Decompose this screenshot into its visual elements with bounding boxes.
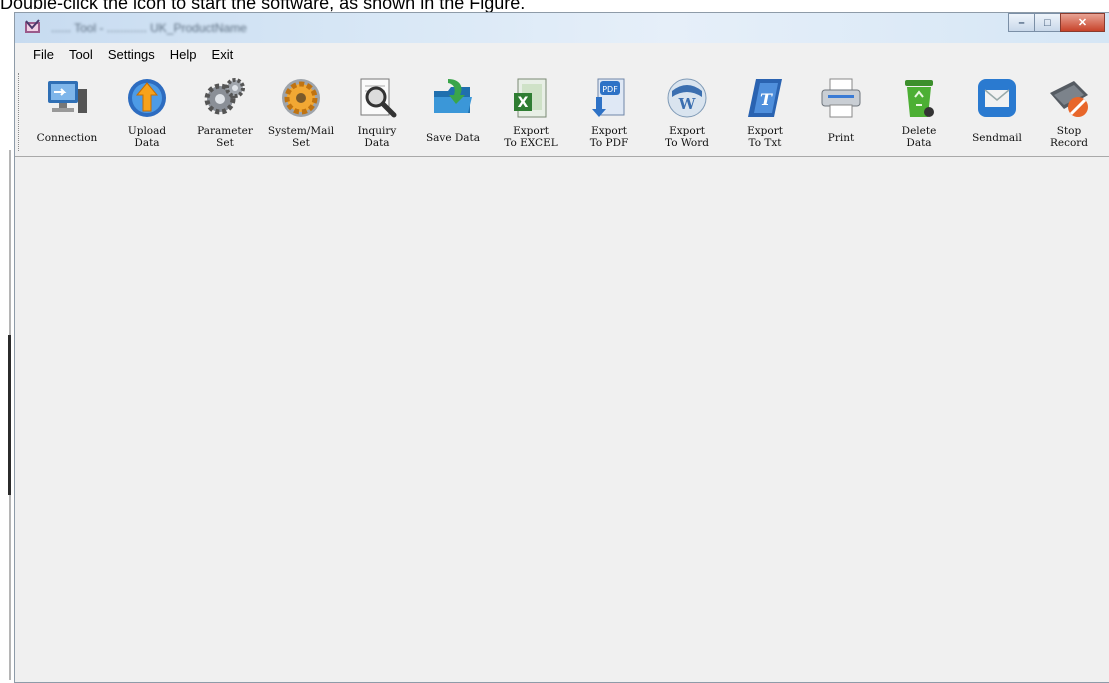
magnifier-icon xyxy=(360,78,397,118)
txt-icon: T xyxy=(748,79,782,117)
system-mail-set-button[interactable]: System/Mail Set xyxy=(263,71,339,157)
svg-text:W: W xyxy=(678,95,697,113)
gear-icon xyxy=(282,79,320,117)
toolbar-grip[interactable] xyxy=(18,73,22,151)
gears-icon xyxy=(204,78,245,115)
export-excel-button[interactable]: X Export To EXCEL xyxy=(493,71,569,157)
print-button[interactable]: Print xyxy=(803,71,879,157)
menu-help[interactable]: Help xyxy=(170,47,197,62)
toolbar-label: Sendmail xyxy=(972,132,1022,144)
toolbar-label: Save Data xyxy=(425,132,481,144)
title-bar: ...... Tool - ............ UK_ProductNam… xyxy=(15,13,1109,43)
toolbar-label: Export To PDF xyxy=(589,125,629,149)
toolbar-label: Export To EXCEL xyxy=(504,125,558,149)
window-controls: – □ ✕ xyxy=(1008,13,1105,33)
folder-save-icon xyxy=(434,79,472,113)
toolbar-label: Export To Txt xyxy=(747,125,783,149)
menu-file[interactable]: File xyxy=(33,47,54,62)
toolbar-label: Print xyxy=(827,132,855,144)
toolbar-label: Inquiry Data xyxy=(357,125,397,149)
stop-device-icon xyxy=(1050,81,1088,117)
toolbar-label: Parameter Set xyxy=(197,125,253,149)
menu-bar: File Tool Settings Help Exit xyxy=(15,43,1109,65)
export-pdf-button[interactable]: PDF Export To PDF xyxy=(571,71,647,157)
save-data-button[interactable]: Save Data xyxy=(415,71,491,157)
delete-data-button[interactable]: Delete Data xyxy=(881,71,957,157)
toolbar-label: System/Mail Set xyxy=(267,125,335,149)
app-icon xyxy=(25,19,40,33)
window-title: ...... Tool - ............ UK_ProductNam… xyxy=(51,21,247,35)
stop-record-button[interactable]: Stop Record xyxy=(1031,71,1107,157)
toolbar: Connection Upload Data Parameter Set Sys… xyxy=(15,67,1109,157)
word-icon: W xyxy=(667,78,707,118)
computer-network-icon xyxy=(48,81,87,113)
sendmail-button[interactable]: Sendmail xyxy=(959,71,1035,157)
excel-icon: X xyxy=(514,78,547,118)
maximize-button[interactable]: □ xyxy=(1034,13,1061,32)
pdf-icon: PDF xyxy=(592,78,625,117)
upload-data-button[interactable]: Upload Data xyxy=(109,71,185,157)
menu-exit[interactable]: Exit xyxy=(212,47,234,62)
toolbar-label: Upload Data xyxy=(127,125,167,149)
parameter-set-button[interactable]: Parameter Set xyxy=(187,71,263,157)
toolbar-label: Export To Word xyxy=(665,125,709,149)
export-word-button[interactable]: W Export To Word xyxy=(649,71,725,157)
close-button[interactable]: ✕ xyxy=(1060,13,1105,32)
app-window: ...... Tool - ............ UK_ProductNam… xyxy=(14,12,1109,683)
toolbar-label: Connection xyxy=(36,132,98,144)
svg-text:T: T xyxy=(760,90,773,109)
toolbar-label: Delete Data xyxy=(901,125,937,149)
window-left-shadow xyxy=(8,335,11,495)
inquiry-data-button[interactable]: Inquiry Data xyxy=(339,71,415,157)
upload-globe-icon xyxy=(128,79,166,117)
minimize-button[interactable]: – xyxy=(1008,13,1035,32)
svg-text:X: X xyxy=(518,95,529,111)
main-content-area xyxy=(15,157,1109,682)
svg-text:PDF: PDF xyxy=(602,85,618,94)
menu-settings[interactable]: Settings xyxy=(108,47,155,62)
menu-tool[interactable]: Tool xyxy=(69,47,93,62)
toolbar-label: Stop Record xyxy=(1049,125,1089,149)
connection-button[interactable]: Connection xyxy=(29,71,105,157)
printer-icon xyxy=(821,78,861,118)
export-txt-button[interactable]: T Export To Txt xyxy=(727,71,803,157)
trash-icon xyxy=(905,80,934,117)
mail-icon xyxy=(978,79,1016,117)
